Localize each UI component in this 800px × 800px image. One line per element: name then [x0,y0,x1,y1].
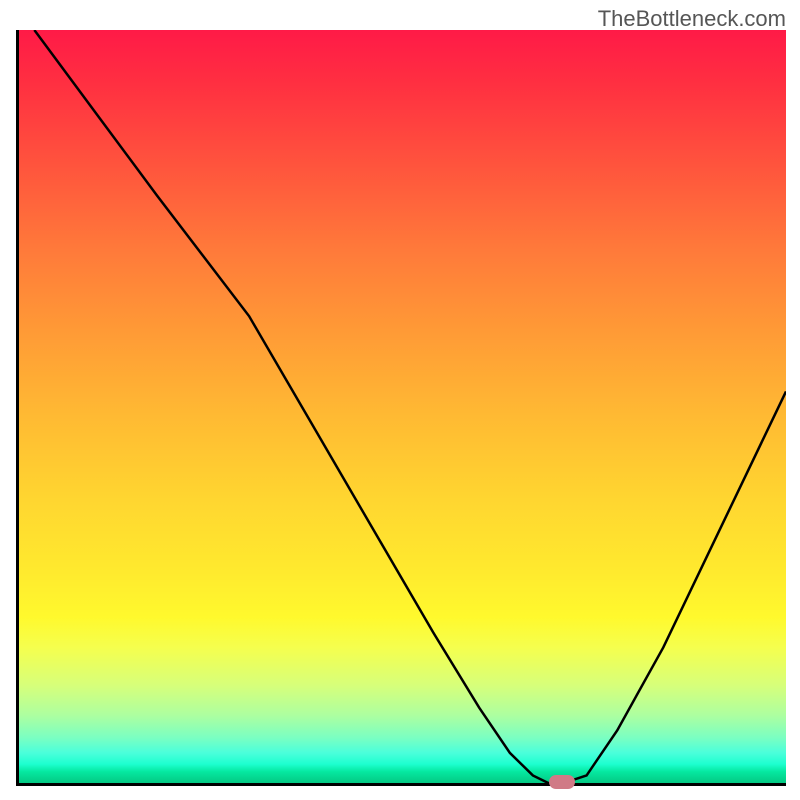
chart-plot-area [16,30,786,786]
watermark-text: TheBottleneck.com [598,6,786,32]
bottleneck-curve [34,30,786,783]
chart-curve-svg [19,30,786,783]
bottleneck-marker [549,775,575,789]
